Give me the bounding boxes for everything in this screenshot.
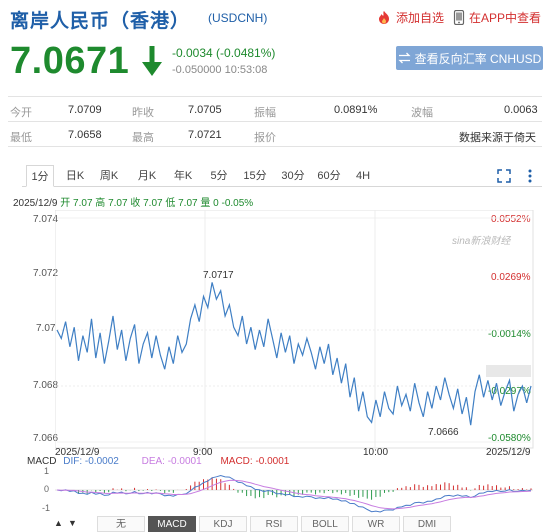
flame-icon bbox=[379, 11, 389, 24]
stat-label-high: 最高 bbox=[132, 132, 154, 144]
view-in-app-label: 在APP中查看 bbox=[469, 11, 542, 25]
stat-value-low: 7.0658 bbox=[68, 129, 102, 141]
annotation-low: 7.0666 bbox=[428, 427, 459, 438]
add-watchlist-button[interactable]: 添加自选 bbox=[376, 9, 444, 26]
info-date: 2025/12/9 bbox=[13, 198, 58, 209]
phone-icon bbox=[453, 10, 465, 25]
annotation-high: 7.0717 bbox=[203, 270, 234, 281]
indicator-wr[interactable]: WR bbox=[352, 516, 400, 532]
menu-icon[interactable] bbox=[523, 168, 537, 184]
down-arrow-icon bbox=[142, 46, 162, 76]
series-layer bbox=[56, 282, 532, 426]
stat-value-prev-close: 7.0705 bbox=[188, 104, 222, 116]
divider bbox=[8, 146, 542, 147]
symbol-code: (USDCNH) bbox=[208, 11, 268, 25]
stat-label-amplitude: 振幅 bbox=[254, 107, 276, 119]
stat-label-quote: 报价 bbox=[254, 132, 276, 144]
ohlc-info: 2025/12/9 开 7.07 高 7.07 收 7.07 低 7.07 量 … bbox=[13, 194, 253, 209]
stat-value-high: 7.0721 bbox=[188, 129, 222, 141]
macd-label: MACD bbox=[27, 456, 57, 467]
macd-tick: 1 bbox=[44, 466, 50, 476]
indicator-kdj[interactable]: KDJ bbox=[199, 516, 247, 532]
macd-tick: 0 bbox=[44, 484, 50, 494]
price-series-line bbox=[56, 282, 532, 426]
stat-label-range: 波幅 bbox=[411, 107, 433, 119]
fullscreen-icon[interactable] bbox=[497, 169, 511, 183]
stat-value-range: 0.0063 bbox=[504, 104, 538, 116]
x-tick: 10:00 bbox=[363, 447, 389, 458]
y-tick-left: 7.07 bbox=[36, 323, 56, 334]
divider bbox=[8, 121, 542, 122]
tab-15min[interactable]: 15分 bbox=[240, 165, 270, 187]
tab-week-k[interactable]: 周K bbox=[96, 165, 122, 187]
tab-month-k[interactable]: 月K bbox=[134, 165, 160, 187]
tab-5min[interactable]: 5分 bbox=[208, 165, 230, 187]
price-chart bbox=[55, 210, 534, 449]
data-source: 数据来源于倚天 bbox=[459, 132, 536, 144]
tab-60min[interactable]: 60分 bbox=[314, 165, 344, 187]
page-title: 离岸人民币（香港） bbox=[10, 11, 191, 32]
divider bbox=[8, 96, 542, 97]
stat-label-low: 最低 bbox=[10, 132, 32, 144]
stat-value-amplitude: 0.0891% bbox=[334, 104, 378, 116]
tab-day-k[interactable]: 日K bbox=[62, 165, 88, 187]
macd-tick: -1 bbox=[42, 503, 51, 513]
indicator-boll[interactable]: BOLL bbox=[301, 516, 349, 532]
quote-time: -0.050000 10:53:08 bbox=[172, 64, 268, 76]
tab-30min[interactable]: 30分 bbox=[278, 165, 308, 187]
tab-year-k[interactable]: 年K bbox=[170, 165, 196, 187]
info-ohlc: 开 7.07 高 7.07 收 7.07 低 7.07 量 0 bbox=[60, 198, 219, 209]
indicator-dmi[interactable]: DMI bbox=[403, 516, 451, 532]
indicator-none[interactable]: 无 bbox=[97, 516, 145, 532]
current-price: 7.0671 bbox=[10, 40, 130, 82]
stat-label-open: 今开 bbox=[10, 107, 32, 119]
view-in-app-button[interactable]: 在APP中查看 bbox=[453, 9, 541, 26]
stat-label-prev-close: 昨收 bbox=[132, 107, 154, 119]
period-tabs: 1分 日K 周K 月K 年K 5分 15分 30分 60分 4H bbox=[22, 165, 542, 187]
stat-value-open: 7.0709 bbox=[68, 104, 102, 116]
price-change: -0.0034 (-0.0481%) bbox=[172, 46, 276, 60]
scroll-up-icon[interactable]: ▲ bbox=[54, 518, 63, 528]
price-marker bbox=[486, 365, 531, 377]
indicator-rsi[interactable]: RSI bbox=[250, 516, 298, 532]
x-tick: 2025/12/9 bbox=[486, 447, 531, 458]
inverse-rate-button[interactable]: 查看反向汇率 CNHUSD bbox=[396, 46, 543, 70]
tab-1min[interactable]: 1分 bbox=[26, 165, 54, 187]
inverse-rate-label: 查看反向汇率 CNHUSD bbox=[414, 51, 542, 66]
scroll-down-icon[interactable]: ▼ bbox=[68, 518, 77, 528]
indicator-macd[interactable]: MACD bbox=[148, 516, 196, 532]
tab-4h[interactable]: 4H bbox=[352, 165, 374, 187]
macd-chart bbox=[55, 474, 533, 513]
swap-icon bbox=[398, 52, 411, 64]
add-watchlist-label: 添加自选 bbox=[396, 11, 445, 25]
info-pct: -0.05% bbox=[221, 198, 254, 209]
